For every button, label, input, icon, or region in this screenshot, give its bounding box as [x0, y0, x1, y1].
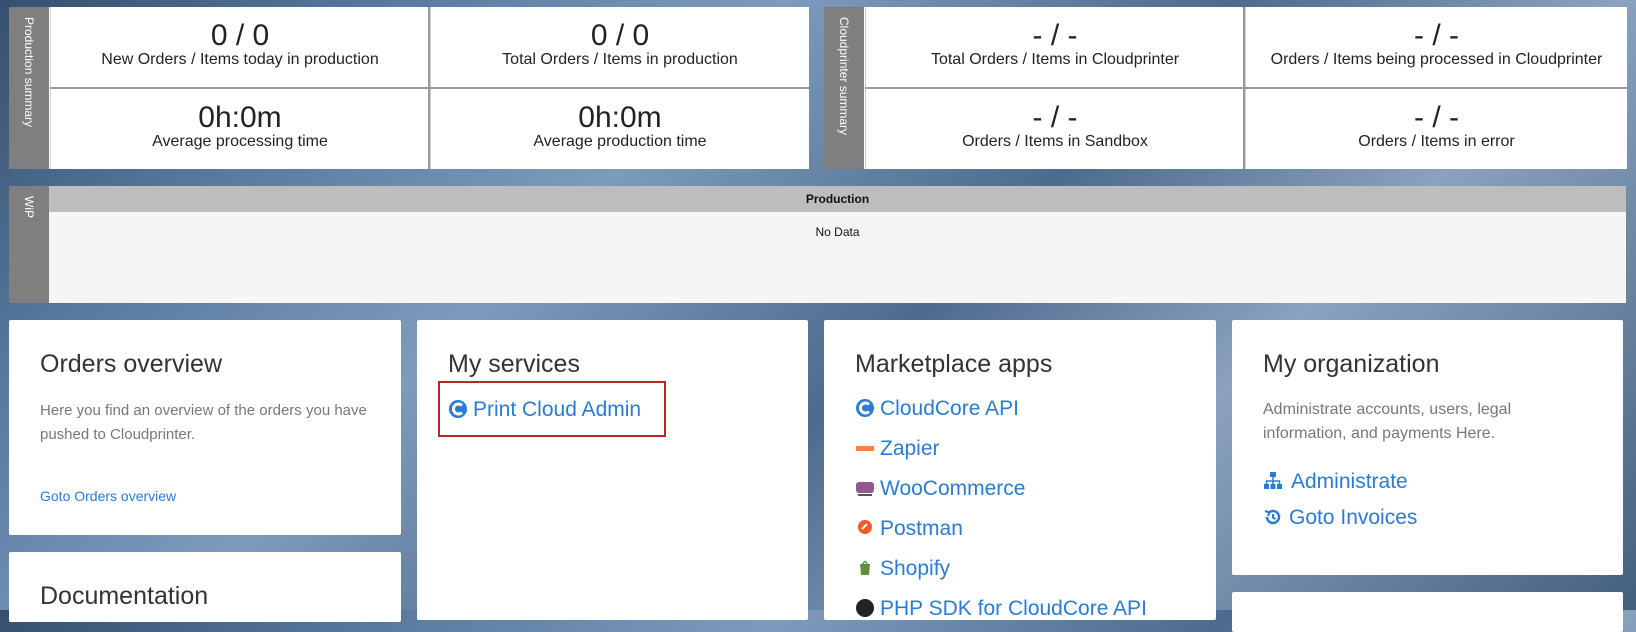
zapier-icon	[856, 446, 874, 451]
card-title: Marketplace apps	[855, 350, 1053, 378]
cloudprinter-summary-tab: Cloudprinter summary	[824, 7, 864, 169]
stat-total-orders: 0 / 0 Total Orders / Items in production	[430, 7, 809, 87]
documentation-card: Documentation	[9, 552, 401, 622]
wip-table-header: Production	[49, 186, 1626, 212]
cloudprinter-summary-panel: Cloudprinter summary - / - Total Orders …	[824, 7, 1627, 169]
stat-total-cloudprinter: - / - Total Orders / Items in Cloudprint…	[865, 7, 1244, 87]
card-title: My services	[448, 350, 580, 378]
shopify-icon	[860, 560, 870, 575]
my-organization-card: My organization Administrate accounts, u…	[1232, 320, 1623, 575]
wip-panel: WiP Production No Data	[9, 186, 1626, 303]
divider	[865, 87, 1626, 89]
zapier-link[interactable]: Zapier	[855, 437, 940, 461]
goto-invoices-link[interactable]: Goto Invoices	[1263, 506, 1417, 530]
shopify-link[interactable]: Shopify	[855, 557, 950, 581]
woocommerce-link[interactable]: WooCommerce	[855, 477, 1025, 501]
stat-processing-cloudprinter: - / - Orders / Items being processed in …	[1245, 7, 1627, 87]
cloudcore-api-link[interactable]: CloudCore API	[855, 397, 1019, 421]
card-title: Orders overview	[40, 350, 222, 378]
divider	[428, 7, 430, 169]
extra-card	[1232, 592, 1623, 632]
card-description: Here you find an overview of the orders …	[40, 402, 367, 443]
cloudprinter-logo-icon	[449, 400, 467, 418]
stat-avg-processing: 0h:0m Average processing time	[50, 89, 429, 169]
woocommerce-icon	[856, 482, 874, 496]
card-title: Documentation	[40, 582, 209, 610]
production-summary-panel: Production summary 0 / 0 New Orders / It…	[9, 7, 809, 169]
stat-new-orders: 0 / 0 New Orders / Items today in produc…	[50, 7, 429, 87]
stat-error: - / - Orders / Items in error	[1245, 89, 1627, 169]
history-icon	[1264, 509, 1281, 525]
wip-empty-message: No Data	[815, 225, 860, 239]
orders-overview-card: Orders overview Here you find an overvie…	[9, 320, 401, 535]
card-description: Administrate accounts, users, legal info…	[1263, 401, 1512, 442]
wip-tab: WiP	[9, 186, 49, 303]
card-title: My organization	[1263, 350, 1440, 378]
production-summary-tab: Production summary	[9, 7, 49, 169]
postman-link[interactable]: Postman	[855, 517, 963, 541]
my-services-card: My services Print Cloud Admin	[417, 320, 808, 620]
divider	[1243, 7, 1245, 169]
administrate-link[interactable]: Administrate	[1263, 470, 1408, 494]
php-sdk-link[interactable]: PHP SDK for CloudCore API	[855, 597, 1147, 621]
marketplace-apps-card: Marketplace apps CloudCore API Zapier Wo…	[824, 320, 1216, 620]
stat-sandbox: - / - Orders / Items in Sandbox	[865, 89, 1244, 169]
cloudprinter-logo-icon	[856, 399, 874, 417]
github-icon	[856, 599, 874, 617]
print-cloud-admin-link[interactable]: Print Cloud Admin	[448, 398, 641, 422]
postman-icon	[858, 520, 872, 534]
sitemap-icon	[1264, 472, 1282, 489]
stat-avg-production: 0h:0m Average production time	[430, 89, 809, 169]
goto-orders-overview-link[interactable]: Goto Orders overview	[40, 488, 176, 504]
